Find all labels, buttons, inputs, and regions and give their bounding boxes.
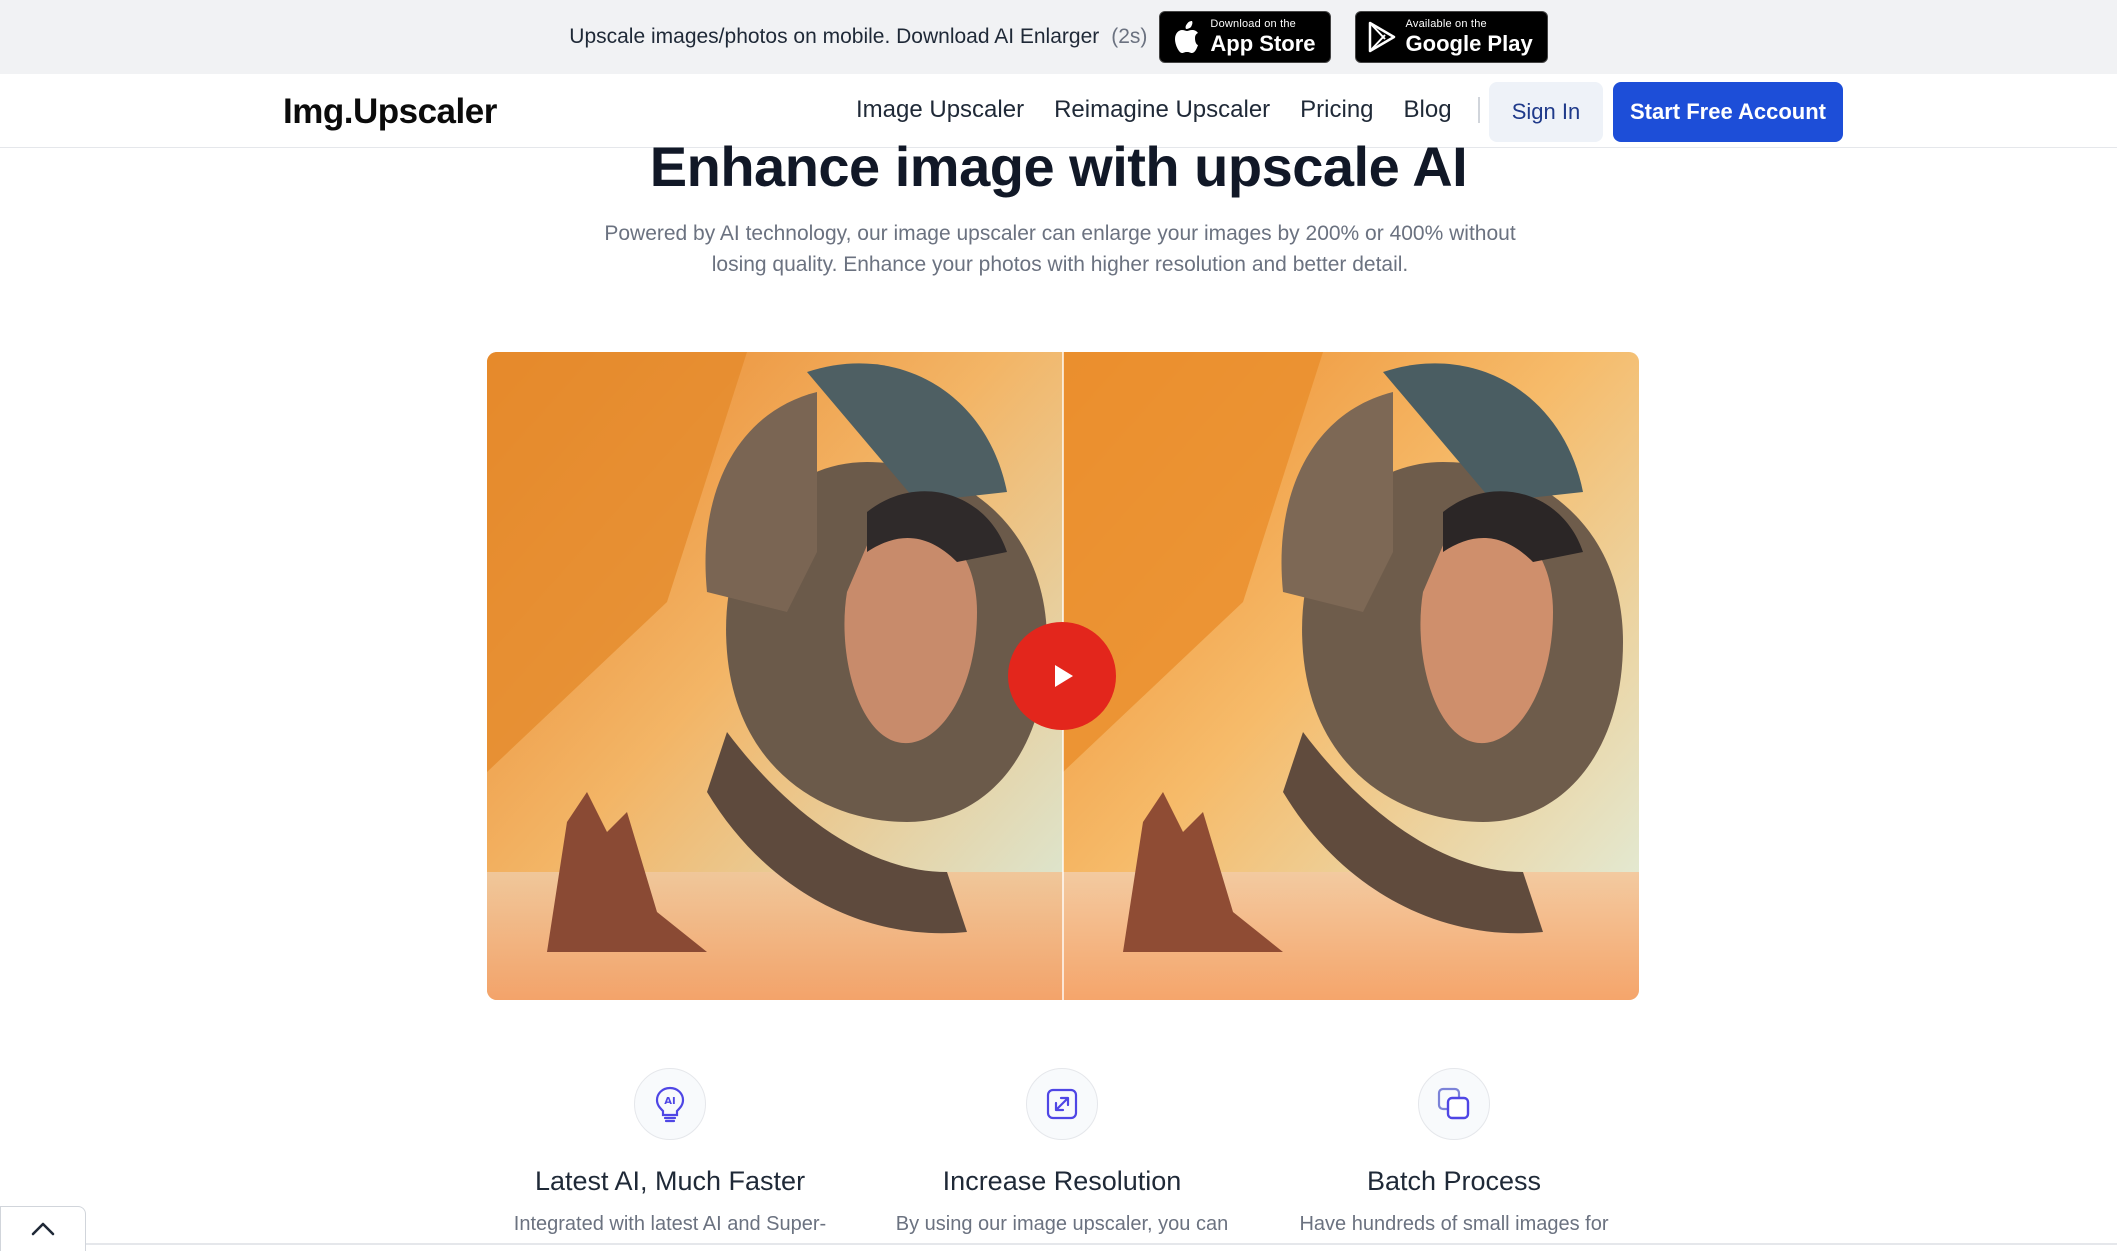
feature-desc: Integrated with latest AI and Super- bbox=[513, 1213, 827, 1235]
nav-link-pricing[interactable]: Pricing bbox=[1300, 96, 1373, 124]
feature-desc: By using our image upscaler, you can bbox=[895, 1213, 1229, 1235]
nav-divider bbox=[1477, 97, 1480, 123]
play-icon bbox=[1055, 665, 1073, 687]
layers-icon bbox=[1418, 1068, 1490, 1140]
feature-latest-ai: AI Latest AI, Much Faster Integrated wit… bbox=[490, 1068, 850, 1236]
before-image bbox=[487, 352, 1063, 1000]
google-play-icon bbox=[1366, 21, 1398, 53]
site-logo[interactable]: Img.Upscaler bbox=[283, 92, 497, 132]
promo-countdown: (2s) bbox=[1111, 25, 1148, 48]
google-play-small: Available on the bbox=[1405, 18, 1487, 30]
google-play-label: Google Play bbox=[1405, 31, 1533, 56]
app-store-button[interactable]: Download on the App Store bbox=[1159, 11, 1331, 63]
nav-links: Image Upscaler Reimagine Upscaler Pricin… bbox=[856, 96, 1484, 124]
app-store-label: App Store bbox=[1210, 31, 1316, 56]
promo-banner: Upscale images/photos on mobile. Downloa… bbox=[0, 0, 2117, 74]
play-video-button[interactable] bbox=[1008, 622, 1116, 730]
hero-subtitle: Powered by AI technology, our image upsc… bbox=[604, 222, 1516, 276]
sign-in-button[interactable]: Sign In bbox=[1489, 82, 1603, 142]
feature-title: Batch Process bbox=[1366, 1166, 1542, 1196]
feature-desc: Have hundreds of small images for bbox=[1299, 1213, 1609, 1235]
feature-title: Increase Resolution bbox=[942, 1166, 1182, 1196]
after-image bbox=[1063, 352, 1639, 1000]
nav-link-image-upscaler[interactable]: Image Upscaler bbox=[856, 96, 1024, 124]
scroll-to-top-button[interactable] bbox=[0, 1206, 86, 1251]
feature-batch-process: Batch Process Have hundreds of small ima… bbox=[1274, 1068, 1634, 1236]
chevron-up-icon bbox=[31, 1222, 55, 1236]
feature-title: Latest AI, Much Faster bbox=[534, 1166, 806, 1196]
feature-increase-resolution: Increase Resolution By using our image u… bbox=[882, 1068, 1242, 1236]
nav-link-reimagine-upscaler[interactable]: Reimagine Upscaler bbox=[1054, 96, 1270, 124]
hero-title: Enhance image with upscale AI bbox=[649, 135, 1468, 198]
start-free-account-button[interactable]: Start Free Account bbox=[1613, 82, 1843, 142]
app-store-small: Download on the bbox=[1210, 18, 1296, 30]
svg-text:AI: AI bbox=[664, 1096, 675, 1107]
nav-link-blog[interactable]: Blog bbox=[1404, 96, 1452, 124]
resize-arrow-icon bbox=[1026, 1068, 1098, 1140]
apple-icon bbox=[1170, 21, 1202, 53]
promo-text: Upscale images/photos on mobile. Downloa… bbox=[569, 25, 1100, 48]
bottom-divider bbox=[86, 1243, 2117, 1245]
ai-bulb-icon: AI bbox=[634, 1068, 706, 1140]
google-play-button[interactable]: Available on the Google Play bbox=[1354, 11, 1548, 63]
